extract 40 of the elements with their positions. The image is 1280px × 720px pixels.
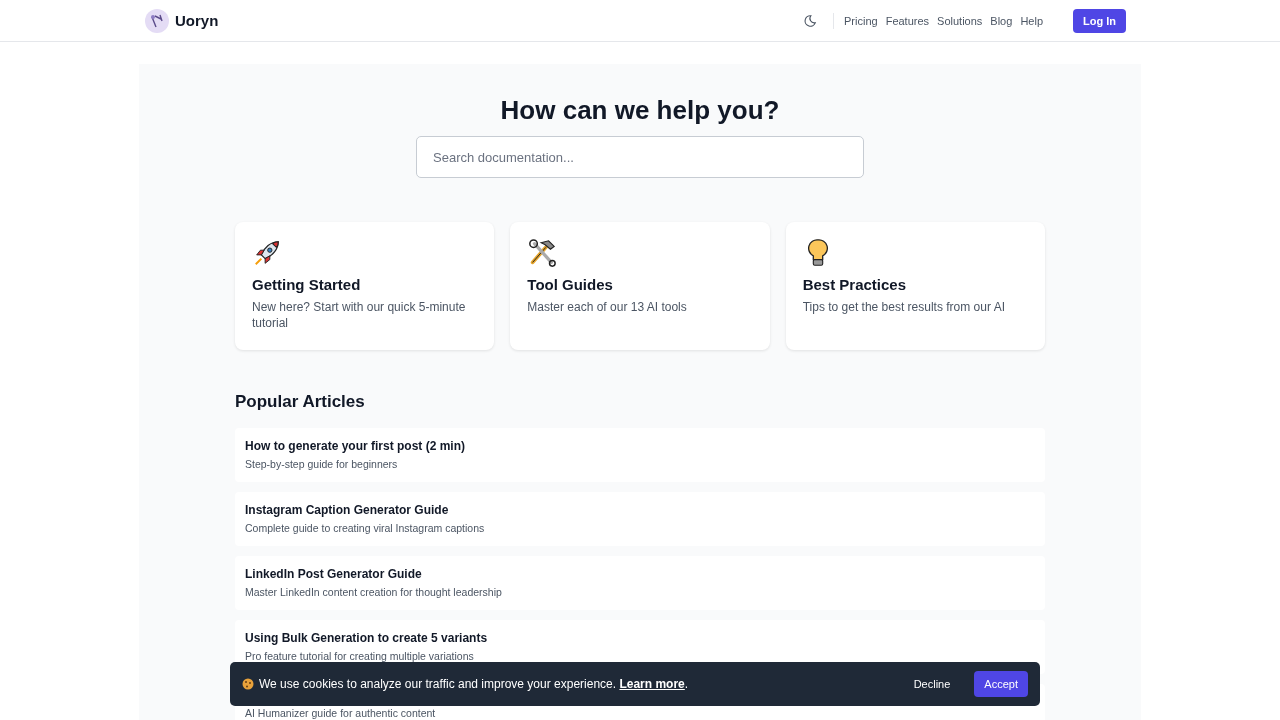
article-description: Pro feature tutorial for creating multiple variations [245, 649, 475, 663]
article-title: Using Bulk Generation to create 5 variants [245, 631, 489, 646]
article-description: Master LinkedIn content creation for thought leadership [245, 585, 503, 599]
card-description: Tips to get the best results from our AI [802, 299, 1006, 315]
category-card[interactable]: Best Practices Tips to get the best results from our AI [785, 222, 1045, 350]
brand-name[interactable]: Uoryn [175, 12, 219, 29]
hammer-wrench-icon [527, 238, 558, 268]
cookie-icon [242, 678, 254, 690]
article-title: Instagram Caption Generator Guide [245, 503, 450, 518]
nav-link[interactable]: Pricing [844, 14, 878, 27]
article-title: LinkedIn Post Generator Guide [245, 567, 423, 582]
section-heading: Popular Articles [235, 392, 365, 412]
article-description: AI Humanizer guide for authentic content [245, 707, 437, 719]
article-description: Step-by-step guide for beginners [245, 457, 399, 471]
hero-title: How can we help you? [500, 94, 780, 127]
article-description: Complete guide to creating viral Instagram captions [245, 521, 486, 535]
nav-link[interactable]: Features [885, 14, 930, 27]
card-description: Master each of our 13 AI tools [527, 299, 688, 315]
nav-link[interactable]: Help [1020, 14, 1043, 27]
card-description: New here? Start with our quick 5-minute tutorial [252, 299, 467, 331]
decline-button[interactable]: Decline [907, 677, 957, 691]
card-title: Tool Guides [527, 276, 614, 293]
article-title: How to generate your first post (2 min) [245, 439, 467, 454]
article-item[interactable]: How to generate your first post (2 min) Step-by-step guide for beginners [235, 428, 1045, 482]
nav-link[interactable]: Solutions [937, 14, 983, 27]
moon-icon[interactable] [803, 13, 818, 28]
card-title: Getting Started [252, 276, 362, 293]
login-button[interactable]: Log In [1073, 8, 1126, 33]
search-field[interactable]: Search documentation... [416, 136, 864, 178]
learn-more-link[interactable]: Learn more [619, 677, 685, 691]
accept-button[interactable]: Accept [974, 671, 1028, 697]
nav-link[interactable]: Blog [990, 14, 1013, 27]
cookie-message: We use cookies to analyze our traffic and improve your experience. Learn more. [259, 677, 690, 691]
article-item[interactable]: Instagram Caption Generator Guide Complete guide to creating viral Instagram captions [235, 492, 1045, 546]
card-title: Best Practices [802, 276, 908, 293]
logo-icon [145, 8, 169, 33]
article-item[interactable]: LinkedIn Post Generator Guide Master LinkedIn content creation for thought leadership [235, 556, 1045, 610]
category-card[interactable]: Getting Started New here? Start with our quick 5-minute tutorial [235, 222, 495, 350]
rocket-icon [252, 238, 282, 268]
category-card[interactable]: Tool Guides Master each of our 13 AI tools [510, 222, 770, 350]
